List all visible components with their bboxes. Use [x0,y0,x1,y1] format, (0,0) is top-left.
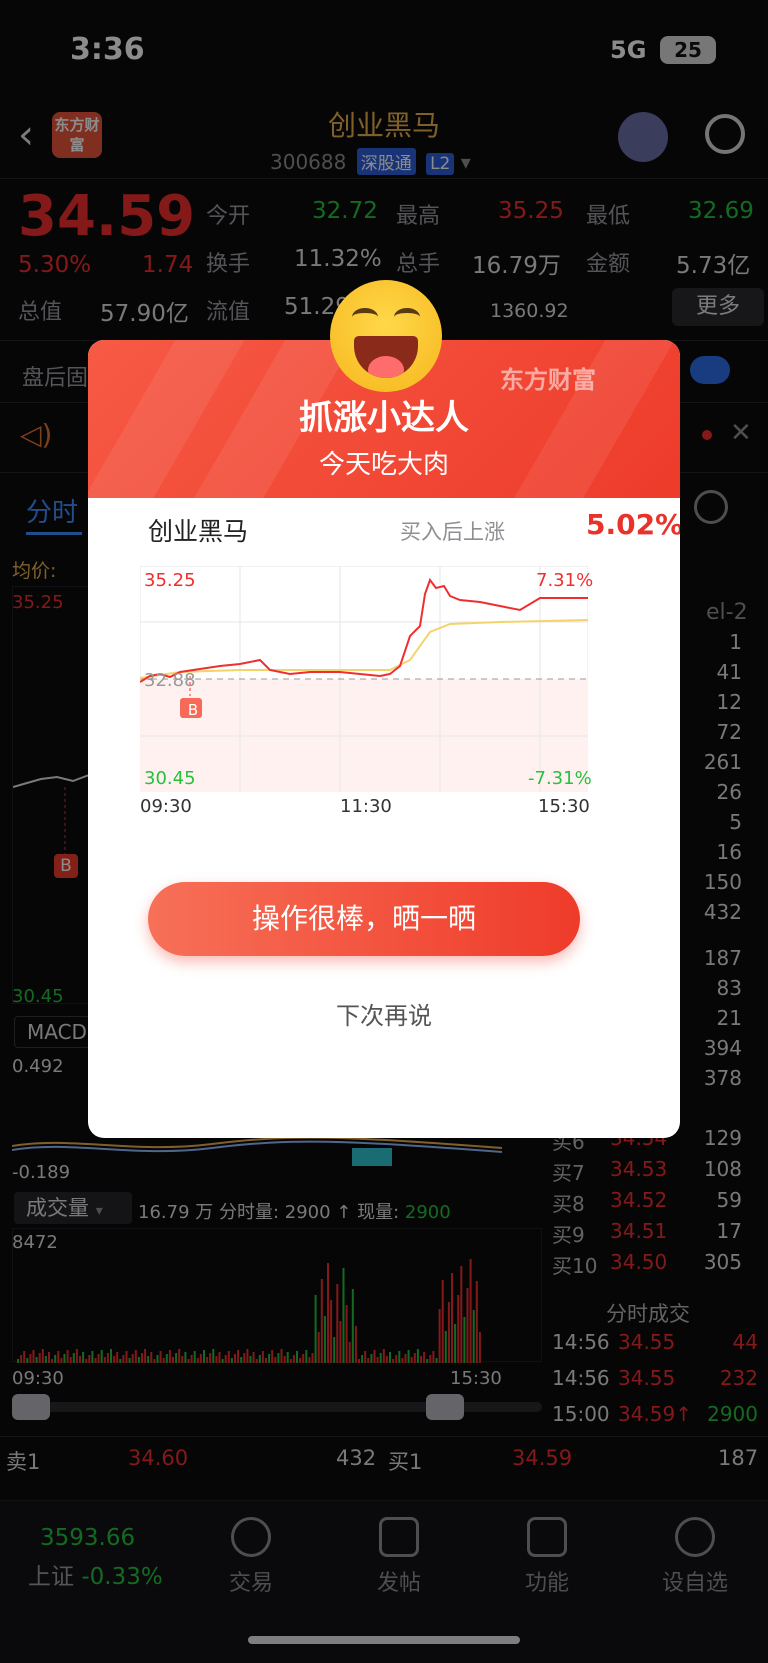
mini-y-top: 35.25 [144,570,196,591]
mini-time-start: 09:30 [140,796,192,817]
mini-y-mid: 32.88 [144,670,196,691]
modal-price-chart [139,565,589,793]
mini-time-mid: 11:30 [340,796,392,817]
mini-pct-top: 7.31% [536,570,594,591]
rise-label: 买入后上涨 [400,520,505,544]
rise-value: 5.02% [586,508,680,541]
mini-pct-bottom: -7.31% [528,768,592,789]
share-button[interactable]: 操作很棒，晒一晒 [148,882,580,956]
achievement-modal: 东方财富 抓涨小达人 今天吃大肉 创业黑马 买入后上涨 5.02% 35.25 … [88,340,680,1138]
laughing-emoji-icon [330,280,442,392]
dismiss-button[interactable]: 下次再说 [88,996,680,1031]
mini-time-end: 15:30 [538,796,590,817]
modal-subtitle: 今天吃大肉 [318,450,449,480]
modal-title: 抓涨小达人 [299,398,469,438]
modal-stock-name: 创业黑马 [148,517,249,546]
mini-y-bottom: 30.45 [144,768,196,789]
mini-buy-marker: B [187,701,199,719]
